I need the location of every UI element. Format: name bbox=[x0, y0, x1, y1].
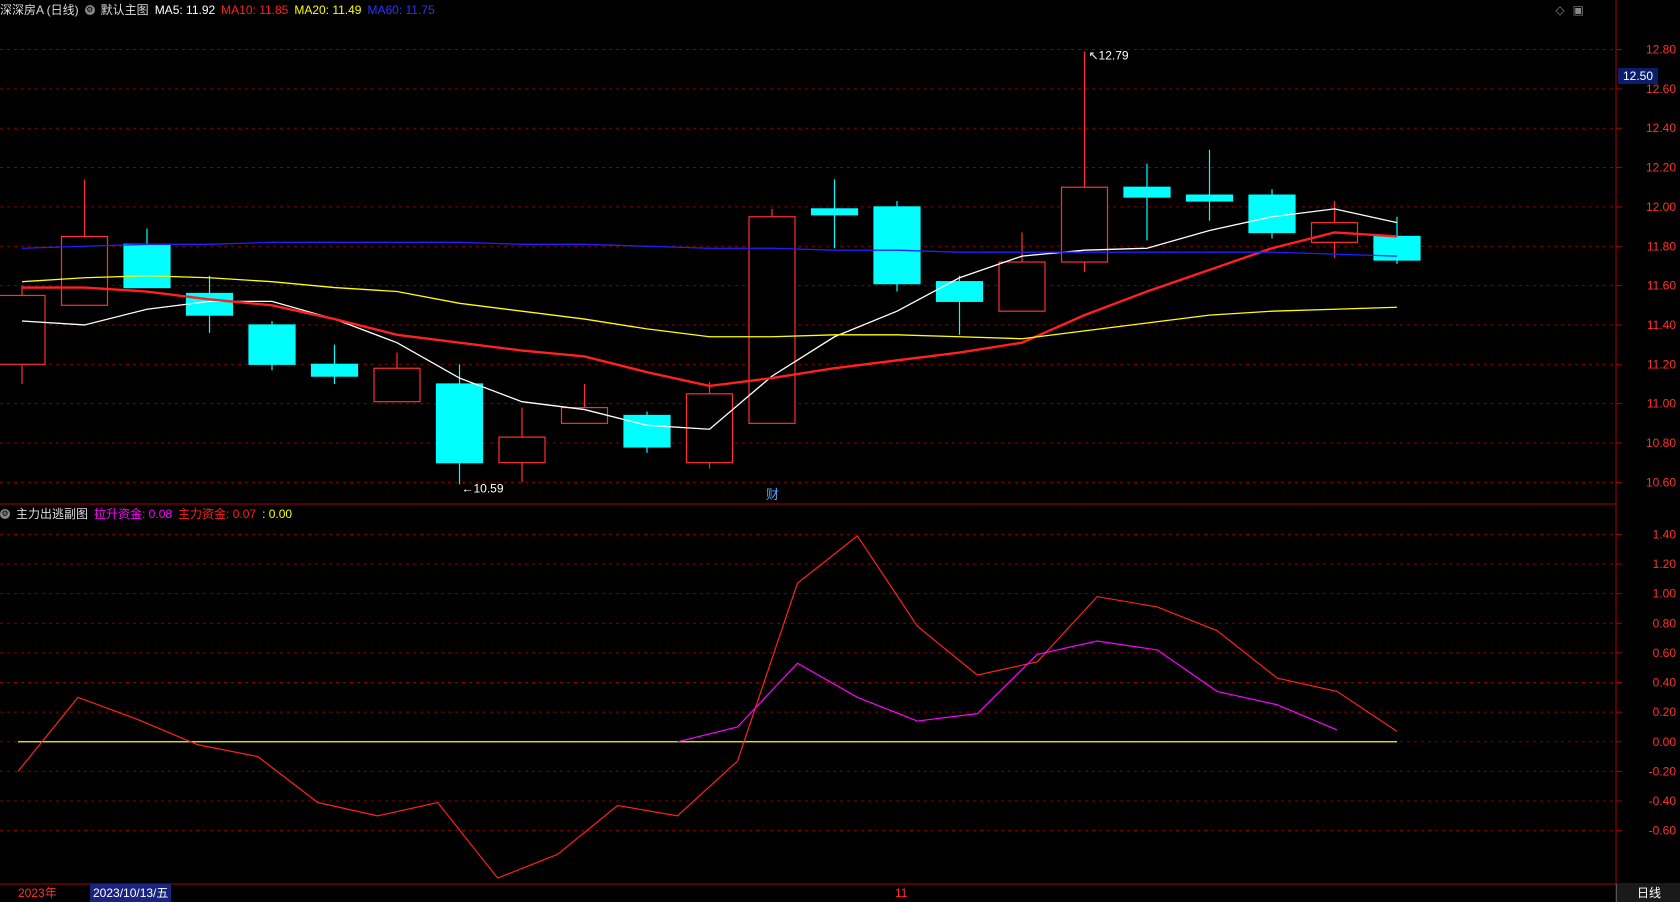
stock-name[interactable]: 深深房A (日线) bbox=[0, 0, 79, 20]
sub-settings-gear-icon[interactable]: ⚙ bbox=[0, 509, 10, 519]
lift-fund-value: 拉升资金: 0.08 bbox=[94, 507, 173, 521]
sub-chart-title[interactable]: 主力出逃副图 bbox=[16, 504, 88, 524]
candle-body bbox=[435, 383, 484, 464]
main-chart-label[interactable]: 默认主图 bbox=[101, 0, 149, 20]
candle-body bbox=[810, 208, 859, 216]
candle-body bbox=[623, 414, 671, 448]
sub-y-tick-label: -0.40 bbox=[1649, 794, 1677, 808]
candle-body bbox=[1248, 194, 1296, 234]
candle-body bbox=[0, 294, 46, 365]
zero-line-value: : 0.00 bbox=[262, 507, 293, 521]
sub-y-tick-label: 0.00 bbox=[1653, 735, 1677, 749]
main-y-tick-label: 12.40 bbox=[1646, 121, 1676, 135]
candle-body bbox=[873, 206, 921, 285]
current-price-tag: 12.50 bbox=[1618, 68, 1658, 84]
period-daily-button[interactable]: 日线 bbox=[1616, 884, 1680, 902]
ma-line-ma60 bbox=[21, 241, 1398, 257]
main-y-tick-label: 10.80 bbox=[1646, 436, 1676, 450]
sub-y-tick-label: 0.40 bbox=[1653, 676, 1677, 690]
ma60-value: MA60: 11.75 bbox=[367, 3, 435, 17]
low-price-annotation: ←10.59 bbox=[462, 481, 504, 495]
candle-body bbox=[1373, 235, 1421, 261]
sub-y-tick-label: 0.60 bbox=[1653, 646, 1677, 660]
main-y-tick-label: 11.80 bbox=[1647, 239, 1676, 253]
candle-body bbox=[998, 261, 1046, 312]
candle-body bbox=[373, 367, 421, 403]
candle-body bbox=[1123, 186, 1171, 198]
main-y-tick-label: 11.60 bbox=[1647, 279, 1676, 293]
lift-fund-line bbox=[677, 640, 1338, 743]
sub-y-tick-label: 1.00 bbox=[1653, 587, 1677, 601]
ma10-value: MA10: 11.85 bbox=[221, 3, 289, 17]
main-fund-value: 主力资金: 0.07 bbox=[178, 507, 257, 521]
main-chart-header: 深深房A (日线) ⚙ 默认主图 MA5: 11.92 MA10: 11.85 … bbox=[0, 0, 435, 20]
sub-chart-header: ⚙ 主力出逃副图 拉升资金: 0.08 主力资金: 0.07 : 0.00 bbox=[0, 504, 292, 524]
candle-body bbox=[310, 363, 359, 377]
month-label: 11 bbox=[895, 886, 908, 900]
candle-body bbox=[1185, 194, 1234, 202]
year-label: 2023年 bbox=[18, 886, 57, 900]
diamond-icon[interactable]: ◇ bbox=[1555, 3, 1564, 17]
main-y-tick-label: 11.40 bbox=[1647, 318, 1676, 332]
ma5-value: MA5: 11.92 bbox=[154, 3, 216, 17]
candle-body bbox=[123, 243, 171, 289]
candle-body bbox=[498, 436, 546, 464]
sub-y-tick-label: -0.20 bbox=[1649, 764, 1677, 778]
sub-y-tick-label: -0.60 bbox=[1649, 824, 1677, 838]
main-y-tick-label: 10.60 bbox=[1646, 475, 1676, 489]
kline-chart[interactable]: 12.8012.6012.4012.2012.0011.8011.6011.40… bbox=[0, 0, 1680, 902]
date-axis: 2023年 2023/10/13/五 11 bbox=[0, 884, 1616, 902]
main-y-tick-label: 12.20 bbox=[1646, 161, 1676, 175]
window-toggle-icon[interactable]: ▣ bbox=[1573, 3, 1584, 17]
sub-y-tick-label: 1.20 bbox=[1653, 557, 1677, 571]
main-y-tick-label: 12.80 bbox=[1646, 43, 1676, 57]
high-price-annotation: ↖12.79 bbox=[1089, 48, 1129, 62]
settings-gear-icon[interactable]: ⚙ bbox=[84, 5, 95, 15]
sub-y-tick-label: 0.80 bbox=[1653, 616, 1677, 630]
main-y-tick-label: 12.00 bbox=[1646, 200, 1676, 214]
finance-marker: 财 bbox=[766, 488, 779, 503]
candle-body bbox=[248, 324, 296, 365]
sub-y-tick-label: 0.20 bbox=[1653, 705, 1677, 719]
main-fund-line bbox=[17, 534, 1398, 879]
cursor-date-label: 2023/10/13/五 bbox=[90, 884, 172, 902]
ma20-value: MA20: 11.49 bbox=[294, 3, 362, 17]
sub-y-tick-label: 1.40 bbox=[1653, 527, 1677, 541]
main-y-tick-label: 11.00 bbox=[1647, 397, 1676, 411]
chart-corner-controls: ◇ ▣ bbox=[1555, 3, 1584, 17]
candle-body bbox=[935, 281, 984, 302]
main-y-tick-label: 11.20 bbox=[1647, 357, 1676, 371]
